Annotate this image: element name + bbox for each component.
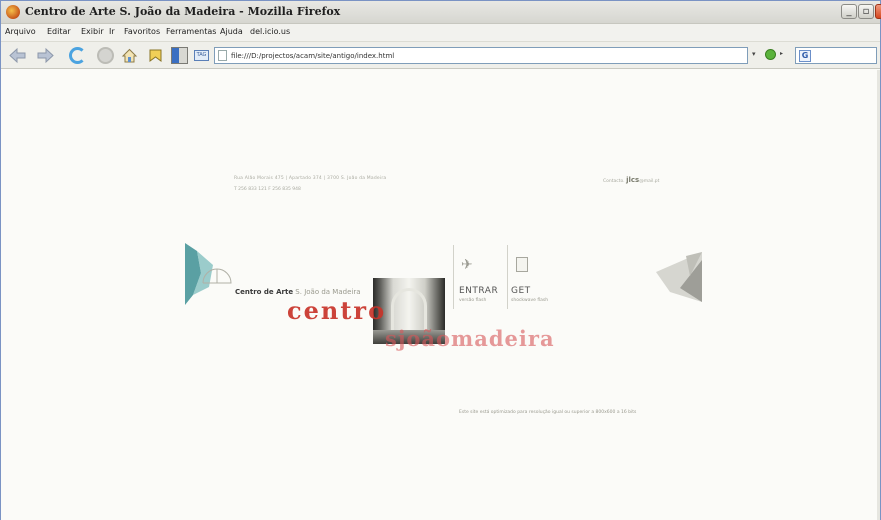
gray-graphic bbox=[656, 252, 702, 302]
airplane-icon[interactable]: ✈ bbox=[461, 257, 473, 273]
back-arrow-icon[interactable] bbox=[9, 47, 26, 64]
browser-window: Centro de Arte S. João da Madeira - Mozi… bbox=[0, 0, 881, 520]
contact-prefix: Contacto. bbox=[603, 179, 625, 184]
window-title: Centro de Arte S. João da Madeira - Mozi… bbox=[25, 5, 341, 18]
menu-arquivo[interactable]: Arquivo bbox=[5, 27, 36, 36]
google-search-icon: G bbox=[799, 50, 811, 62]
address-bar[interactable] bbox=[214, 47, 748, 64]
phone-text: T 256 833 121 F 256 835 948 bbox=[234, 187, 301, 192]
menu-ferramentas[interactable]: Ferramentas bbox=[166, 27, 216, 36]
menu-exibir[interactable]: Exibir bbox=[81, 27, 104, 36]
address-text: Rua Alão Morais 475 | Apartado 374 | 370… bbox=[234, 176, 387, 181]
divider bbox=[507, 245, 508, 309]
tag-icon[interactable]: TAG bbox=[194, 50, 209, 61]
get-subtitle: shockwave flash bbox=[511, 298, 549, 303]
web-page-content: Rua Alão Morais 475 | Apartado 374 | 370… bbox=[1, 70, 880, 520]
close-button[interactable] bbox=[875, 4, 881, 19]
go-icon[interactable] bbox=[765, 49, 776, 60]
menu-favoritos[interactable]: Favoritos bbox=[124, 27, 160, 36]
site-name: Centro de Arte S. João da Madeira bbox=[235, 288, 361, 296]
url-input[interactable] bbox=[231, 50, 731, 62]
sidebar-toggle-icon[interactable] bbox=[171, 47, 188, 64]
minimize-button[interactable]: _ bbox=[841, 4, 857, 19]
firefox-icon bbox=[6, 5, 20, 19]
vertical-scrollbar[interactable] bbox=[877, 70, 880, 520]
navigation-toolbar: TAG ▾ ▸ G bbox=[1, 42, 880, 69]
site-name-light: S. João da Madeira bbox=[293, 288, 361, 296]
sjoao-wordmark: sjoãomadeira bbox=[385, 326, 555, 351]
page-icon bbox=[218, 50, 227, 61]
search-input[interactable]: G bbox=[795, 47, 877, 64]
teal-graphic bbox=[185, 243, 232, 305]
menu-editar[interactable]: Editar bbox=[47, 27, 71, 36]
menu-ir[interactable]: Ir bbox=[109, 27, 115, 36]
title-bar: Centro de Arte S. João da Madeira - Mozi… bbox=[1, 1, 881, 24]
resolution-note: Este site está optimizado para resolução… bbox=[459, 410, 637, 415]
menu-bar: Arquivo Editar Exibir Ir Favoritos Ferra… bbox=[1, 24, 880, 42]
enter-link[interactable]: ENTRAR bbox=[459, 286, 498, 296]
centro-wordmark: centro bbox=[287, 296, 387, 325]
get-link[interactable]: GET bbox=[511, 286, 531, 296]
menu-delicious[interactable]: del.icio.us bbox=[250, 27, 290, 36]
document-icon[interactable] bbox=[516, 257, 528, 272]
stop-icon[interactable] bbox=[97, 47, 114, 64]
chevron-down-icon[interactable]: ▾ bbox=[752, 50, 756, 58]
go-arrow-icon[interactable]: ▸ bbox=[780, 50, 783, 57]
bookmark-icon[interactable] bbox=[147, 47, 164, 64]
contact-logo: jlcs bbox=[626, 176, 640, 184]
contact-suffix: @mail.pt bbox=[639, 179, 660, 184]
forward-arrow-icon[interactable] bbox=[37, 47, 54, 64]
divider bbox=[453, 245, 454, 309]
contact-link[interactable]: Contacto. jlcs@mail.pt bbox=[603, 176, 659, 184]
site-name-bold: Centro de Arte bbox=[235, 288, 294, 296]
home-icon[interactable] bbox=[121, 47, 138, 64]
maximize-button[interactable]: ▫ bbox=[858, 4, 874, 19]
reload-icon[interactable] bbox=[69, 47, 86, 64]
menu-ajuda[interactable]: Ajuda bbox=[220, 27, 243, 36]
enter-subtitle: versão flash bbox=[459, 298, 487, 303]
